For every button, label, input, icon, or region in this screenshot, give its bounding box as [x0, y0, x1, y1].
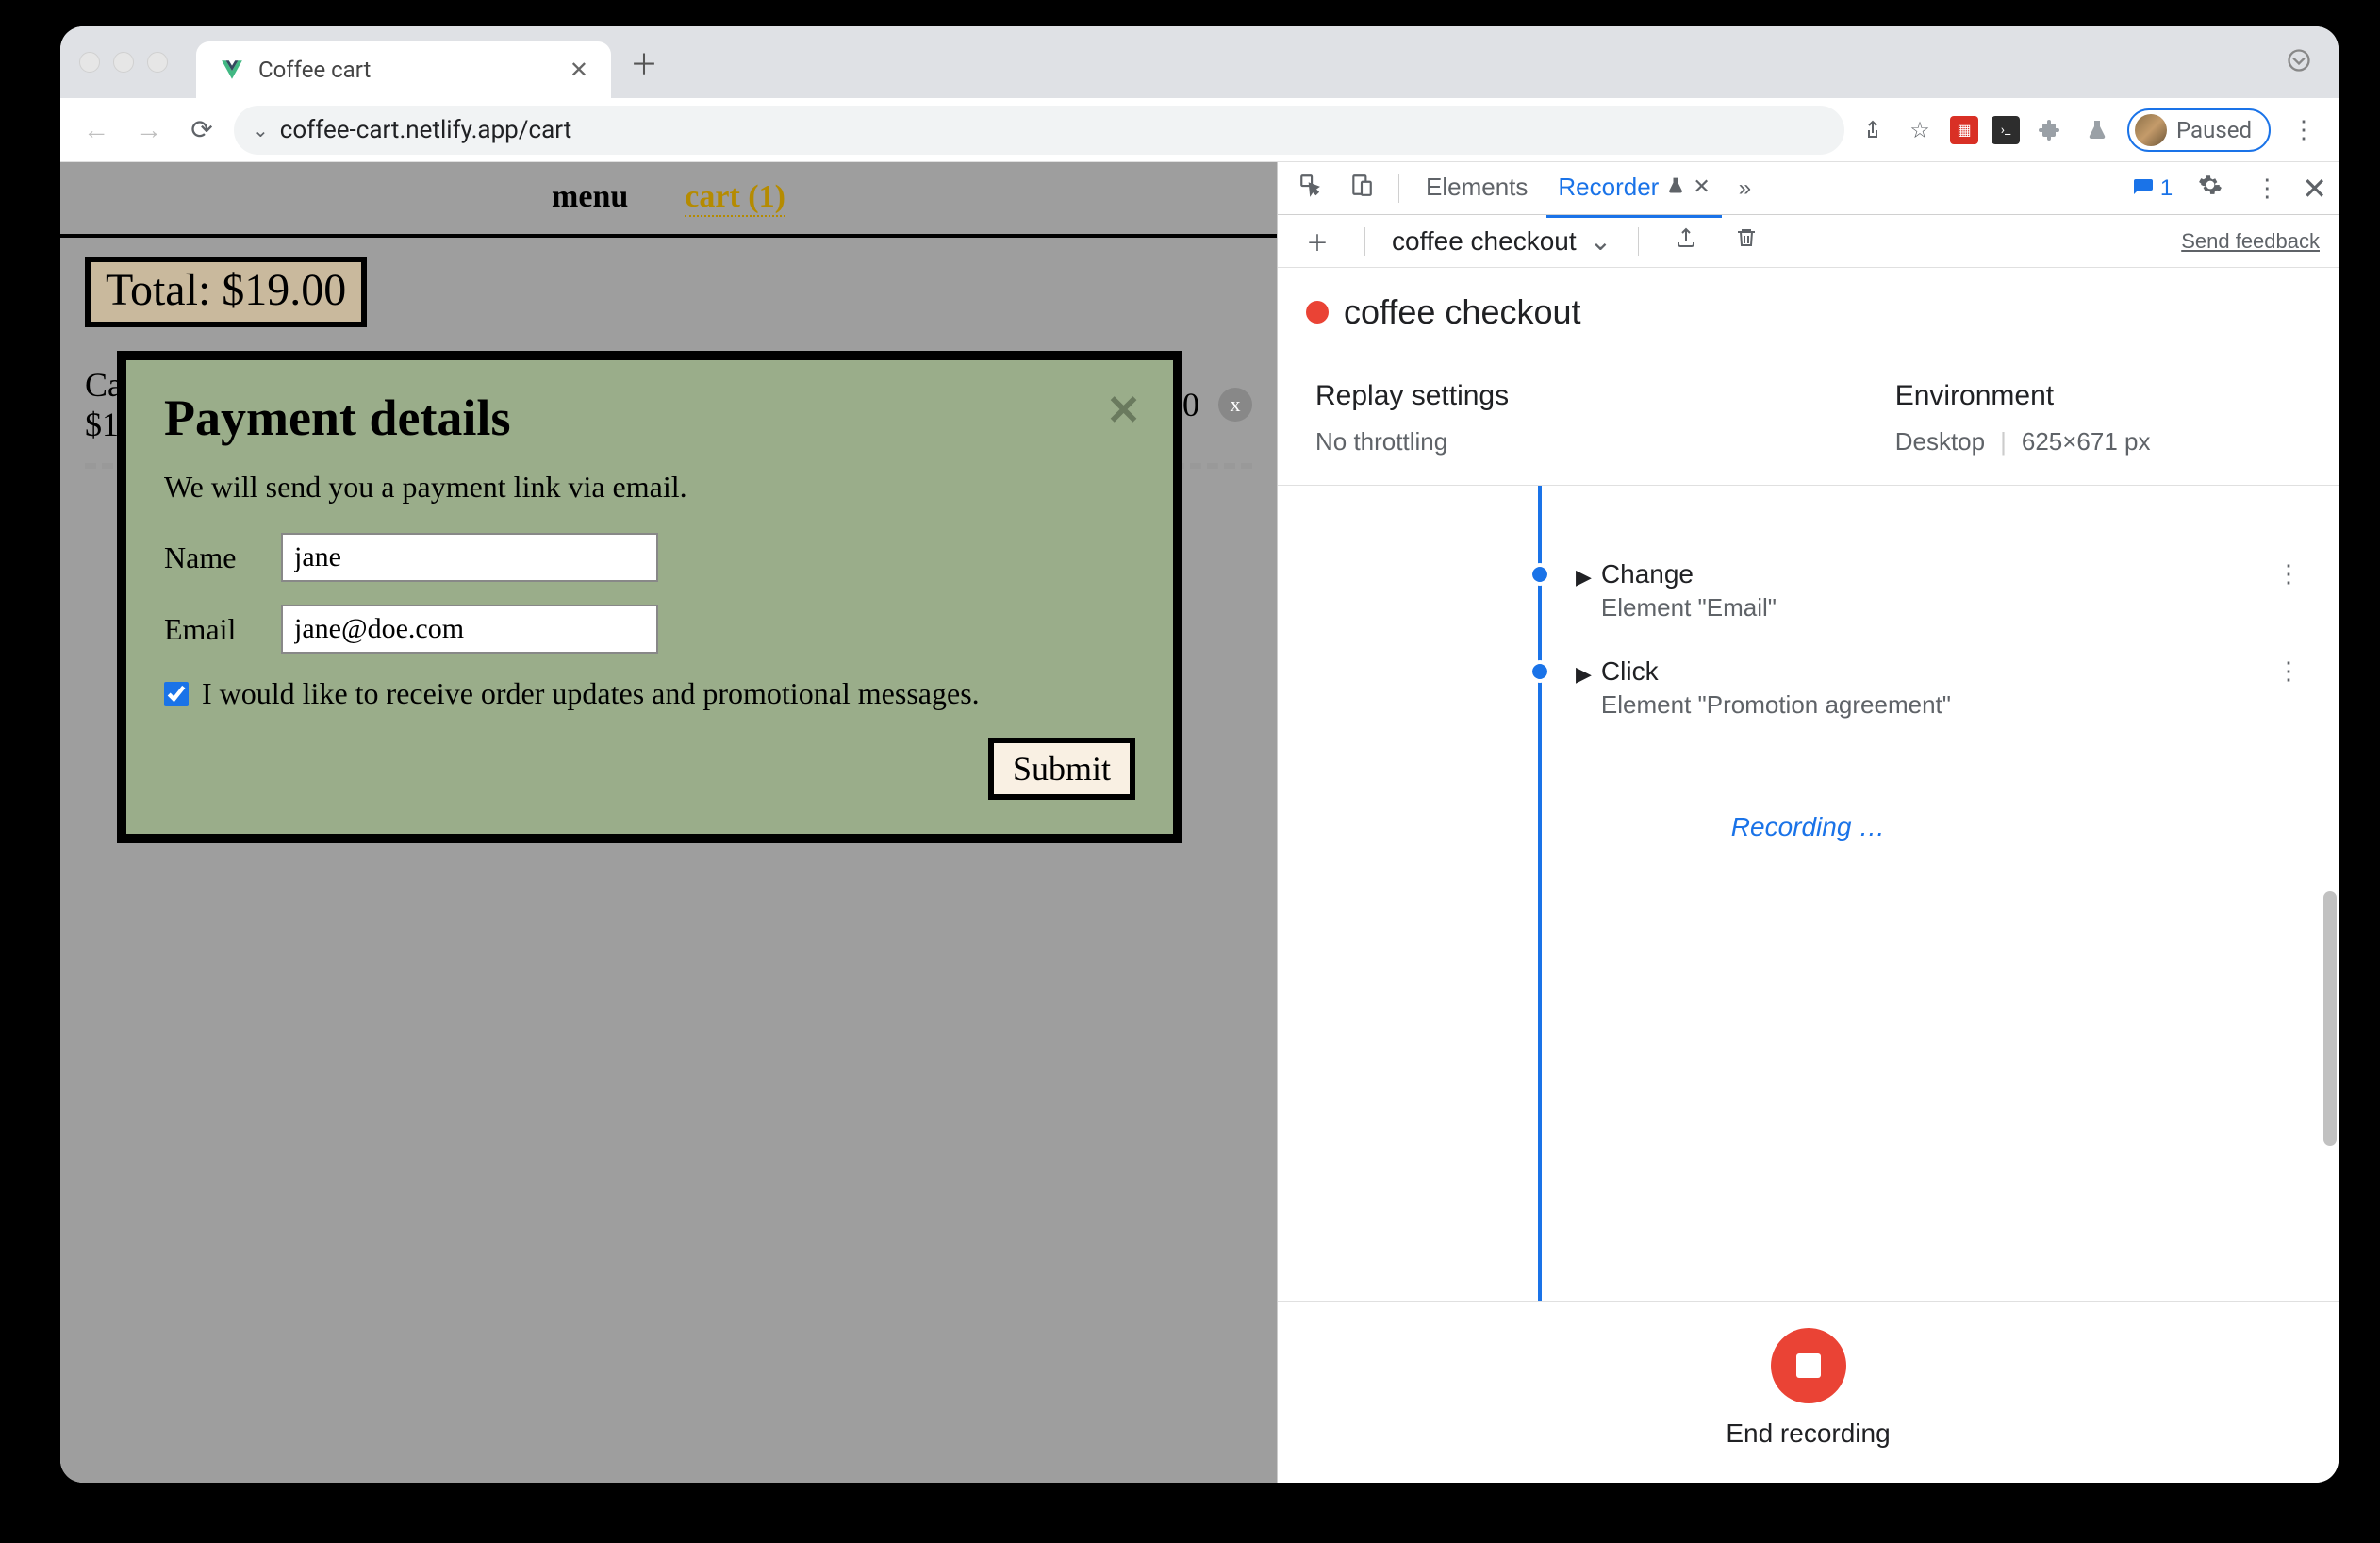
issues-badge[interactable]: 1 — [2131, 174, 2173, 203]
step-title: Change — [1601, 559, 2276, 589]
device-mode-icon[interactable] — [1340, 173, 1383, 204]
modal-title: Payment details — [164, 389, 1135, 447]
address-bar-row: ← → ⟳ ⌄ coffee-cart.netlify.app/cart ☆ ▦… — [60, 98, 2339, 162]
payment-modal: ✕ Payment details We will send you a pay… — [117, 351, 1182, 843]
close-window-button[interactable] — [79, 52, 100, 73]
back-button[interactable]: ← — [75, 109, 117, 151]
throttling-value[interactable]: No throttling — [1315, 427, 1895, 456]
total-box[interactable]: Total: $19.00 — [85, 257, 367, 327]
forward-button[interactable]: → — [128, 109, 170, 151]
share-icon[interactable] — [1856, 113, 1890, 147]
step-item[interactable]: ▶ Change Element "Email" ⋮ — [1278, 542, 2339, 639]
recording-title: coffee checkout — [1344, 292, 1581, 332]
delete-icon[interactable] — [1726, 226, 1767, 256]
promo-checkbox[interactable] — [164, 682, 189, 706]
end-recording-bar: End recording — [1278, 1301, 2339, 1483]
extensions-icon[interactable] — [2033, 113, 2067, 147]
step-dot-icon — [1532, 664, 1547, 679]
site-info-icon[interactable]: ⌄ — [253, 119, 269, 141]
tab-recorder[interactable]: Recorder ✕ — [1546, 159, 1721, 218]
replay-settings-title: Replay settings — [1315, 380, 1895, 412]
environment-title: Environment — [1895, 380, 2301, 412]
settings-icon[interactable] — [2189, 173, 2232, 204]
content-area: menu cart (1) Total: $19.00 Ca $1 00 x — [60, 162, 2339, 1483]
stop-icon — [1796, 1353, 1821, 1378]
recording-header: coffee checkout — [1278, 268, 2339, 357]
device-value[interactable]: Desktop — [1895, 427, 1985, 456]
email-input[interactable] — [281, 605, 658, 654]
step-dot-icon — [1532, 567, 1547, 582]
browser-window: Coffee cart ✕ ＋ ← → ⟳ ⌄ coffee-cart.netl… — [60, 26, 2339, 1483]
more-tabs-icon[interactable]: » — [1729, 175, 1760, 202]
close-panel-icon[interactable]: ✕ — [1693, 174, 1710, 199]
page-body: Total: $19.00 Ca $1 00 x ✕ Payment detai… — [60, 234, 1277, 488]
avatar — [2135, 114, 2167, 146]
recording-select[interactable]: coffee checkout ⌄ — [1392, 225, 1611, 257]
viewport-value[interactable]: 625×671 px — [2022, 427, 2151, 456]
profile-chip[interactable]: Paused — [2127, 108, 2271, 152]
scrollbar[interactable] — [2323, 486, 2337, 1301]
expand-step-icon[interactable]: ▶ — [1576, 565, 1592, 589]
close-tab-icon[interactable]: ✕ — [570, 57, 588, 83]
step-subtitle: Element "Promotion agreement" — [1601, 690, 2276, 720]
address-bar[interactable]: ⌄ coffee-cart.netlify.app/cart — [234, 106, 1844, 155]
vue-favicon-icon — [219, 57, 245, 83]
devtools-menu-icon[interactable]: ⋮ — [2247, 174, 2287, 203]
nav-cart-link[interactable]: cart (1) — [685, 179, 785, 217]
step-subtitle: Element "Email" — [1601, 593, 2276, 622]
nav-menu-link[interactable]: menu — [552, 179, 628, 217]
submit-button[interactable]: Submit — [988, 738, 1135, 800]
reload-button[interactable]: ⟳ — [181, 109, 223, 151]
chevron-down-icon: ⌄ — [1590, 225, 1611, 257]
toolbar-right: ☆ ▦ ›_ Paused ⋮ — [1856, 108, 2323, 152]
new-tab-button[interactable]: ＋ — [630, 41, 658, 83]
settings-row: Replay settings No throttling Environmen… — [1278, 357, 2339, 486]
extension-1-icon[interactable]: ▦ — [1950, 116, 1978, 144]
page-viewport: menu cart (1) Total: $19.00 Ca $1 00 x — [60, 162, 1277, 1483]
tab-strip: Coffee cart ✕ ＋ — [60, 26, 2339, 98]
minimize-window-button[interactable] — [113, 52, 134, 73]
step-menu-icon[interactable]: ⋮ — [2276, 656, 2301, 686]
flask-icon — [1666, 173, 1685, 202]
promo-label: I would like to receive order updates an… — [202, 676, 980, 711]
tab-title: Coffee cart — [258, 57, 556, 83]
end-recording-label: End recording — [1278, 1419, 2339, 1449]
tab-overflow-icon[interactable] — [2286, 47, 2312, 77]
remove-item-button[interactable]: x — [1218, 388, 1252, 422]
step-menu-icon[interactable]: ⋮ — [2276, 559, 2301, 589]
recording-status: Recording … — [1278, 812, 2339, 842]
tab-elements[interactable]: Elements — [1414, 159, 1539, 218]
bookmark-icon[interactable]: ☆ — [1903, 113, 1937, 147]
name-input[interactable] — [281, 533, 658, 582]
step-title: Click — [1601, 656, 2276, 687]
recording-dot-icon — [1306, 301, 1329, 324]
stop-recording-button[interactable] — [1771, 1328, 1846, 1403]
maximize-window-button[interactable] — [147, 52, 168, 73]
close-modal-icon[interactable]: ✕ — [1106, 387, 1141, 435]
expand-step-icon[interactable]: ▶ — [1576, 662, 1592, 687]
page-nav: menu cart (1) — [60, 162, 1277, 234]
close-devtools-icon[interactable]: ✕ — [2302, 171, 2327, 207]
new-recording-icon[interactable]: ＋ — [1297, 224, 1338, 257]
extension-2-icon[interactable]: ›_ — [1992, 116, 2020, 144]
browser-menu-icon[interactable]: ⋮ — [2284, 116, 2323, 144]
devtools-panel: Elements Recorder ✕ » 1 — [1277, 162, 2339, 1483]
profile-status: Paused — [2176, 117, 2252, 143]
send-feedback-link[interactable]: Send feedback — [2181, 229, 2320, 254]
browser-tab[interactable]: Coffee cart ✕ — [196, 41, 611, 98]
export-icon[interactable] — [1665, 226, 1707, 256]
url-text: coffee-cart.netlify.app/cart — [280, 116, 571, 144]
name-label: Name — [164, 540, 258, 575]
step-item[interactable]: ▶ Click Element "Promotion agreement" ⋮ — [1278, 639, 2339, 737]
labs-icon[interactable] — [2080, 113, 2114, 147]
email-label: Email — [164, 612, 258, 647]
recorder-toolbar: ＋ coffee checkout ⌄ Send feedback — [1278, 215, 2339, 268]
window-controls — [79, 52, 168, 73]
devtools-tabs: Elements Recorder ✕ » 1 — [1278, 162, 2339, 215]
steps-area: ▶ Change Element "Email" ⋮ ▶ Click — [1278, 486, 2339, 1301]
modal-subtitle: We will send you a payment link via emai… — [164, 470, 1135, 505]
inspect-icon[interactable] — [1289, 173, 1332, 204]
